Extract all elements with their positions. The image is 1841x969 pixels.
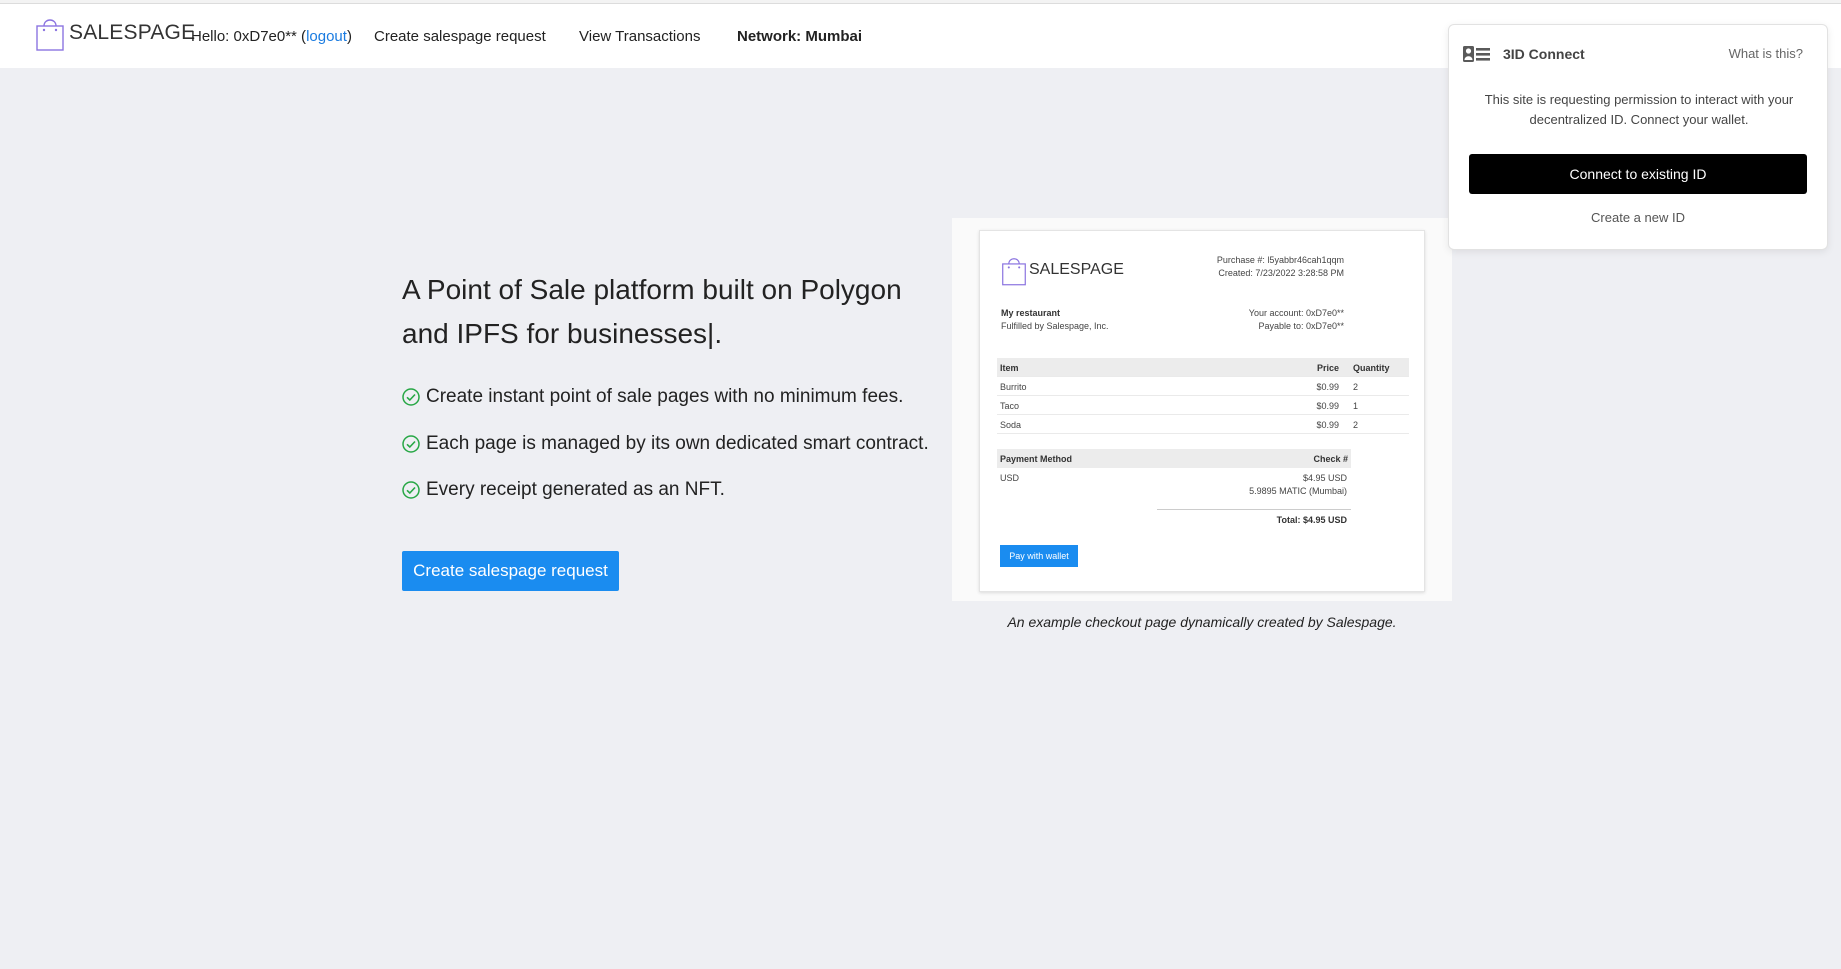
column-price: Price	[1316, 363, 1339, 373]
create-new-id-link[interactable]: Create a new ID	[1469, 210, 1807, 225]
greeting-suffix: )	[346, 28, 352, 45]
brand-logo[interactable]: SALESPAGE	[35, 14, 195, 52]
network-indicator: Network: Mumbai	[737, 28, 863, 45]
item-qty: 2	[1353, 420, 1359, 430]
brand-name: SALESPAGE	[69, 21, 196, 44]
total-divider	[1157, 509, 1351, 510]
item-qty: 2	[1353, 382, 1359, 392]
created-date: Created: 7/23/2022 3:28:58 PM	[1218, 268, 1344, 278]
logout-link[interactable]: logout	[306, 28, 347, 45]
shopping-bag-icon	[1002, 258, 1026, 286]
column-quantity: Quantity	[1353, 363, 1390, 373]
item-name: Taco	[1000, 401, 1020, 411]
3id-connect-popup: 3ID Connect What is this? This site is r…	[1448, 24, 1828, 250]
item-name: Burrito	[1000, 382, 1027, 392]
item-name: Soda	[1000, 420, 1022, 430]
item-price: $0.99	[1316, 382, 1339, 392]
check-circle-icon	[402, 435, 420, 453]
item-qty: 1	[1353, 401, 1359, 411]
hero-title: A Point of Sale platform built on Polygo…	[402, 274, 902, 349]
total-amount: Total: $4.95 USD	[1276, 515, 1347, 525]
table-row: Burrito $0.99 2	[997, 377, 1409, 396]
id-card-icon	[1463, 46, 1490, 62]
feature-text: Create instant point of sale pages with …	[426, 386, 904, 407]
payment-header: Payment Method Check #	[997, 449, 1351, 468]
store-name: My restaurant	[1001, 308, 1061, 318]
feature-item: Create instant point of sale pages with …	[402, 386, 903, 408]
column-item: Item	[1000, 363, 1019, 373]
user-greeting: Hello: 0xD7e0** (logout)	[191, 28, 352, 45]
amount-matic: 5.9895 MATIC (Mumbai)	[1249, 486, 1347, 496]
item-price: $0.99	[1316, 401, 1339, 411]
items-table: Item Price Quantity Burrito $0.99 2 Taco…	[997, 358, 1409, 434]
table-row: Soda $0.99 2	[997, 415, 1409, 434]
preview-brand-logo: SALESPAGE	[1001, 253, 1124, 287]
pay-with-wallet-button: Pay with wallet	[1000, 545, 1078, 567]
preview-caption: An example checkout page dynamically cre…	[1007, 614, 1397, 630]
feature-item: Every receipt generated as an NFT.	[402, 479, 725, 501]
popup-description: This site is requesting permission to in…	[1484, 92, 1794, 127]
checkout-preview-image: SALESPAGE Purchase #: l5yabbr46cah1qqm C…	[979, 230, 1425, 592]
check-circle-icon	[402, 481, 420, 499]
nav-create-request[interactable]: Create salespage request	[374, 28, 546, 45]
nav-view-transactions[interactable]: View Transactions	[579, 28, 700, 45]
greeting-prefix: Hello: 0xD7e0** (	[191, 28, 307, 45]
table-row: Taco $0.99 1	[997, 396, 1409, 415]
your-account: Your account: 0xD7e0**	[1248, 308, 1344, 318]
feature-item: Each page is managed by its own dedicate…	[402, 433, 929, 455]
item-price: $0.99	[1316, 420, 1339, 430]
connect-existing-id-button[interactable]: Connect to existing ID	[1469, 154, 1807, 194]
create-salespage-button[interactable]: Create salespage request	[402, 551, 619, 591]
payable-to: Payable to: 0xD7e0**	[1258, 321, 1344, 331]
feature-text: Every receipt generated as an NFT.	[426, 479, 725, 500]
shopping-bag-icon	[36, 19, 64, 51]
amount-usd: $4.95 USD	[1302, 473, 1347, 483]
check-number-label: Check #	[1313, 454, 1348, 464]
table-header: Item Price Quantity	[997, 358, 1409, 377]
check-circle-icon	[402, 388, 420, 406]
purchase-number: Purchase #: l5yabbr46cah1qqm	[1216, 255, 1344, 265]
popup-title: 3ID Connect	[1503, 46, 1585, 62]
payment-method: USD	[1000, 473, 1020, 483]
feature-text: Each page is managed by its own dedicate…	[426, 433, 929, 454]
what-is-this-link[interactable]: What is this?	[1729, 46, 1803, 61]
fulfilled-by: Fulfilled by Salespage, Inc.	[1001, 321, 1109, 331]
payment-method-label: Payment Method	[1000, 454, 1073, 464]
preview-brand-name: SALESPAGE	[1029, 261, 1124, 278]
